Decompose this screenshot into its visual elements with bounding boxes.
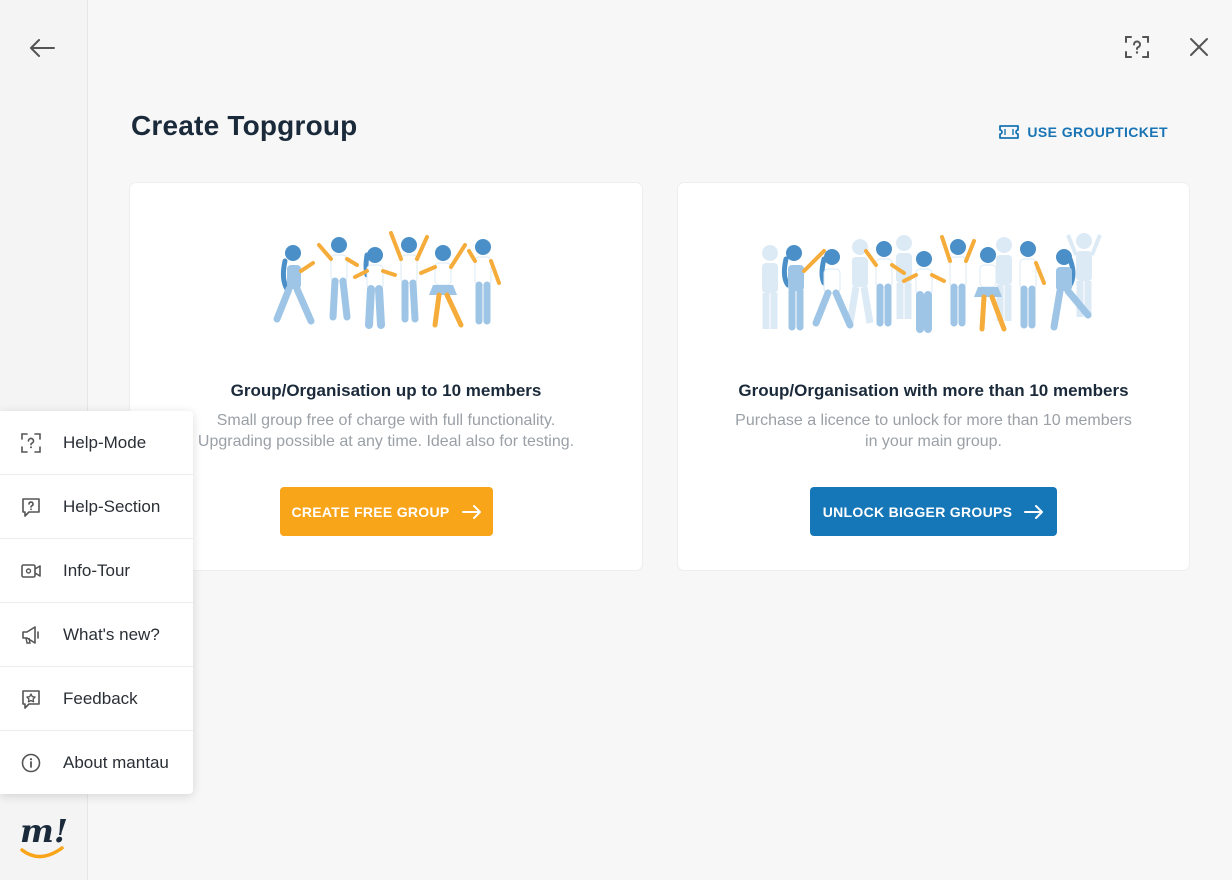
top-right-actions: [1122, 30, 1214, 64]
menu-item-label: Help-Mode: [63, 432, 147, 452]
unlock-bigger-groups-label: UNLOCK BIGGER GROUPS: [822, 503, 1013, 520]
info-icon: [20, 752, 42, 774]
info-tour-icon: [20, 560, 42, 582]
help-mode-button[interactable]: [1122, 30, 1152, 64]
menu-item-whats-new[interactable]: What's new?: [0, 603, 193, 667]
back-button[interactable]: [26, 34, 58, 62]
menu-item-feedback[interactable]: Feedback: [0, 667, 193, 731]
free-group-description: Small group free of charge with full fun…: [197, 412, 575, 450]
arrow-right-icon: [1024, 504, 1044, 519]
create-free-group-button[interactable]: CREATE FREE GROUP: [280, 487, 493, 536]
svg-text:m!: m!: [20, 812, 68, 850]
use-groupticket-label: USE GROUPTICKET: [1027, 124, 1168, 140]
arrow-left-icon: [30, 39, 55, 57]
arrow-right-icon: [461, 504, 481, 519]
menu-item-label: Feedback: [63, 688, 138, 708]
help-mode-icon: [1125, 36, 1149, 58]
help-mode-icon: [20, 432, 42, 454]
menu-item-about[interactable]: About mantau: [0, 731, 193, 794]
help-section-icon: [20, 496, 42, 518]
menu-item-help-section[interactable]: Help-Section: [0, 475, 193, 539]
ticket-icon: [999, 125, 1020, 139]
megaphone-icon: [20, 624, 42, 646]
close-icon: [1190, 38, 1208, 56]
bigger-group-card: Group/Organisation with more than 10 mem…: [678, 183, 1189, 570]
use-groupticket-link[interactable]: USE GROUPTICKET: [999, 124, 1168, 140]
big-group-illustration: [678, 231, 1189, 361]
bigger-group-description: Purchase a licence to unlock for more th…: [735, 412, 1132, 450]
menu-item-info-tour[interactable]: Info-Tour: [0, 539, 193, 603]
feedback-icon: [20, 688, 42, 710]
menu-item-label: What's new?: [63, 624, 160, 644]
menu-item-help-mode[interactable]: Help-Mode: [0, 411, 193, 475]
menu-item-label: Info-Tour: [63, 560, 131, 580]
small-group-illustration: [130, 231, 642, 361]
menu-item-label: About mantau: [63, 752, 169, 772]
help-menu: Help-Mode Help-Section Info-Tour What's …: [0, 411, 193, 794]
close-button[interactable]: [1184, 30, 1214, 64]
mantau-logo[interactable]: m!: [18, 806, 70, 866]
free-group-title: Group/Organisation up to 10 members: [230, 381, 542, 400]
bigger-group-title: Group/Organisation with more than 10 mem…: [738, 381, 1129, 400]
create-free-group-label: CREATE FREE GROUP: [291, 503, 450, 520]
menu-item-label: Help-Section: [63, 496, 161, 516]
page-title: Create Topgroup: [131, 110, 358, 141]
free-group-card: Group/Organisation up to 10 members Smal…: [130, 183, 642, 570]
unlock-bigger-groups-button[interactable]: UNLOCK BIGGER GROUPS: [810, 487, 1057, 536]
